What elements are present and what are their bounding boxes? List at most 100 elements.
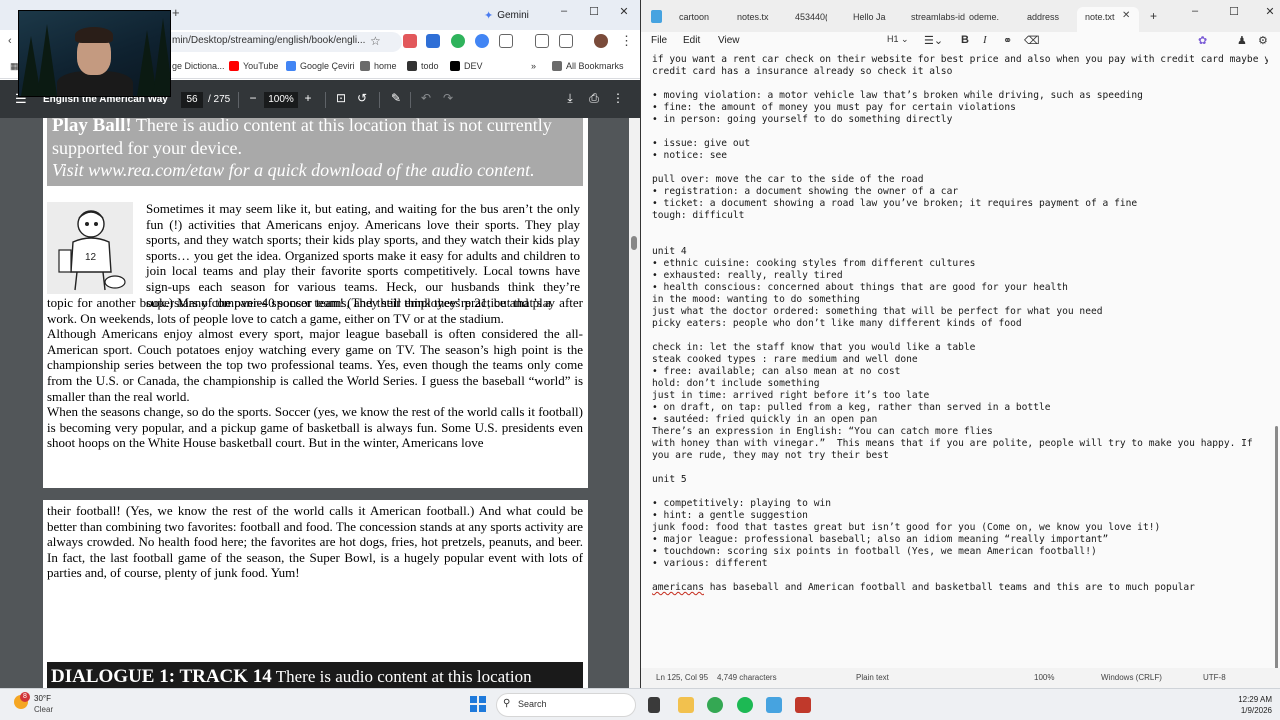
- taskbar-search-box[interactable]: [496, 693, 636, 717]
- heading-dropdown[interactable]: H1 ⌄: [887, 34, 909, 45]
- editor-line[interactable]: [652, 486, 1268, 498]
- editor-line[interactable]: [652, 78, 1268, 90]
- editor-line[interactable]: [652, 330, 1268, 342]
- editor-line[interactable]: pull over: move the car to the side of t…: [652, 174, 1268, 186]
- editor-line[interactable]: There’s an expression in English: “You c…: [652, 426, 1268, 438]
- copilot-icon[interactable]: ✿: [1198, 34, 1207, 47]
- editor-line[interactable]: junk food: food that tastes great but is…: [652, 522, 1268, 534]
- editor-line[interactable]: • sautéed: fried quickly in an open pan: [652, 414, 1268, 426]
- editor-line[interactable]: if you want a rent car check on their we…: [652, 54, 1268, 66]
- taskbar-clock[interactable]: 12:29 AM 1/9/2026: [1230, 694, 1272, 716]
- editor-line[interactable]: • notice: see: [652, 150, 1268, 162]
- editor-line[interactable]: [652, 126, 1268, 138]
- notepad-tab[interactable]: address: [1027, 12, 1067, 22]
- extension-icon[interactable]: [426, 34, 440, 48]
- notepad-tab[interactable]: Hello Ja: [853, 12, 893, 22]
- editor-line[interactable]: • major league: professional baseball; a…: [652, 534, 1268, 546]
- notepad-tab[interactable]: notes.tx: [737, 12, 777, 22]
- pdf-viewer[interactable]: Play Ball! There is audio content at thi…: [0, 118, 640, 688]
- annotate-pen-icon[interactable]: ✎: [389, 91, 403, 105]
- editor-line[interactable]: hold: don’t include something: [652, 378, 1268, 390]
- notepad-tab[interactable]: 453440(: [795, 12, 827, 22]
- print-icon[interactable]: ⎙: [587, 91, 601, 106]
- fit-page-icon[interactable]: ⊡: [334, 91, 348, 105]
- profile-avatar[interactable]: [594, 34, 608, 48]
- new-tab-button[interactable]: +: [1150, 9, 1157, 23]
- italic-icon[interactable]: I: [983, 34, 987, 46]
- misspelled-word[interactable]: americans: [652, 582, 704, 593]
- editor-line[interactable]: • on draft, on tap: pulled from a keg, r…: [652, 402, 1268, 414]
- puzzle-extensions-icon[interactable]: [499, 34, 513, 48]
- download-icon[interactable]: ⤓: [563, 91, 577, 106]
- weather-condition[interactable]: Clear: [34, 705, 53, 714]
- minimize-button[interactable]: –: [556, 5, 572, 17]
- file-format[interactable]: Plain text: [856, 673, 889, 682]
- minimize-button[interactable]: –: [1187, 5, 1203, 17]
- line-ending[interactable]: Windows (CRLF): [1101, 673, 1162, 682]
- clear-formatting-icon[interactable]: ⌫: [1024, 34, 1040, 47]
- editor-line[interactable]: americans has baseball and American foot…: [652, 582, 1268, 594]
- extension-icon[interactable]: [475, 34, 489, 48]
- weather-temperature[interactable]: 30°F: [34, 694, 51, 703]
- spotify-app-icon[interactable]: [737, 697, 753, 713]
- editor-line[interactable]: • ticket: a document showing a road law …: [652, 198, 1268, 210]
- editor-line[interactable]: picky eaters: people who don’t like many…: [652, 318, 1268, 330]
- terminal-app-icon[interactable]: [648, 697, 660, 713]
- account-icon[interactable]: ♟: [1237, 34, 1247, 47]
- editor-line[interactable]: [652, 162, 1268, 174]
- link-icon[interactable]: ⚭: [1003, 34, 1012, 47]
- menu-file[interactable]: File: [651, 35, 667, 46]
- editor-line[interactable]: • free: available; can also mean at no c…: [652, 366, 1268, 378]
- zoom-in-button[interactable]: +: [301, 91, 315, 105]
- editor-line[interactable]: just in time: arrived right before it’s …: [652, 390, 1268, 402]
- editor-line[interactable]: • fine: the amount of money you must pay…: [652, 102, 1268, 114]
- editor-line[interactable]: credit card has a insurance already so c…: [652, 66, 1268, 78]
- editor-line[interactable]: • various: different: [652, 558, 1268, 570]
- notepad-editor[interactable]: if you want a rent car check on their we…: [652, 54, 1268, 666]
- editor-line[interactable]: • exhausted: really, really tired: [652, 270, 1268, 282]
- editor-line[interactable]: • moving violation: a motor vehicle law …: [652, 90, 1268, 102]
- bookmark-todo[interactable]: todo: [407, 61, 439, 71]
- redo-icon[interactable]: ↷: [441, 91, 455, 105]
- maximize-button[interactable]: ☐: [586, 5, 602, 18]
- editor-line[interactable]: unit 5: [652, 474, 1268, 486]
- pdf-zoom-input[interactable]: 100%: [264, 92, 298, 108]
- editor-line[interactable]: • competitively: playing to win: [652, 498, 1268, 510]
- editor-line[interactable]: check in: let the staff know that you wo…: [652, 342, 1268, 354]
- chrome-menu-icon[interactable]: ⋮: [620, 33, 633, 49]
- editor-line[interactable]: • in person: going yourself to do someth…: [652, 114, 1268, 126]
- chrome-app-icon[interactable]: [707, 697, 723, 713]
- bookmark-star-icon[interactable]: ☆: [370, 34, 381, 48]
- file-explorer-icon[interactable]: [678, 697, 694, 713]
- editor-line[interactable]: • registration: a document showing the o…: [652, 186, 1268, 198]
- editor-line[interactable]: steak cooked types : rare medium and wel…: [652, 354, 1268, 366]
- notepad-tab[interactable]: cartoon: [679, 12, 719, 22]
- zoom-level[interactable]: 100%: [1034, 673, 1054, 682]
- new-tab-button[interactable]: +: [172, 5, 180, 20]
- editor-line[interactable]: • touchdown: scoring six points in footb…: [652, 546, 1268, 558]
- notepad-app-icon[interactable]: [766, 697, 782, 713]
- editor-line[interactable]: just what the doctor ordered: something …: [652, 306, 1268, 318]
- editor-line[interactable]: • ethnic cuisine: cooking styles from di…: [652, 258, 1268, 270]
- shield-extension-icon[interactable]: [451, 34, 465, 48]
- menu-view[interactable]: View: [718, 35, 740, 46]
- bookmarks-overflow[interactable]: »: [531, 61, 536, 71]
- notepad-tab[interactable]: streamlabs-id: [911, 12, 971, 22]
- bold-icon[interactable]: B: [961, 34, 969, 46]
- list-dropdown-icon[interactable]: ☰⌄: [924, 34, 943, 47]
- editor-line[interactable]: [652, 462, 1268, 474]
- editor-line[interactable]: • health conscious: concerned about thin…: [652, 282, 1268, 294]
- editor-line[interactable]: [652, 222, 1268, 234]
- extension-icon[interactable]: [403, 34, 417, 48]
- editor-line[interactable]: [652, 570, 1268, 582]
- maximize-button[interactable]: ☐: [1226, 5, 1242, 18]
- cast-icon[interactable]: [559, 34, 573, 48]
- address-bar-text[interactable]: min/Desktop/streaming/english/book/engli…: [172, 35, 365, 46]
- pdf-scroll-thumb[interactable]: [631, 236, 637, 250]
- editor-line[interactable]: tough: difficult: [652, 210, 1268, 222]
- pdf-more-icon[interactable]: ⋮: [611, 91, 625, 105]
- notepad-tab[interactable]: odeme.: [969, 12, 999, 22]
- close-tab-icon[interactable]: ✕: [1122, 10, 1130, 21]
- editor-line[interactable]: in the mood: wanting to do something: [652, 294, 1268, 306]
- back-icon[interactable]: ‹: [8, 35, 12, 47]
